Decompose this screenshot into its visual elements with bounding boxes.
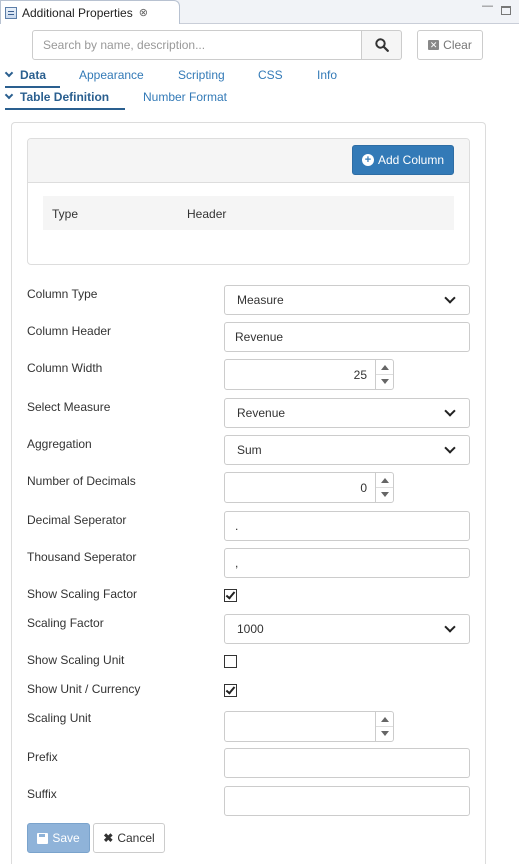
suffix-input[interactable] (224, 786, 470, 816)
decrement-icon[interactable] (381, 731, 389, 736)
chevron-down-icon (4, 68, 14, 78)
aggregation-select[interactable]: Sum (224, 435, 470, 465)
close-view-icon[interactable]: ⊗ (139, 6, 148, 19)
number-of-decimals-stepper[interactable]: 0 (224, 472, 394, 503)
prefix-input[interactable] (224, 748, 470, 778)
scaling-factor-value: 1000 (237, 622, 264, 636)
prefix-label: Prefix (27, 750, 58, 764)
tab-data-underline (5, 86, 60, 88)
column-width-value: 25 (353, 368, 367, 382)
scaling-unit-label: Scaling Unit (27, 711, 92, 725)
show-unit-currency-label: Show Unit / Currency (27, 682, 141, 696)
chevron-down-icon (444, 442, 456, 454)
primary-tabs: Data Appearance Scripting CSS Info (0, 68, 519, 86)
tab-number-format[interactable]: Number Format (143, 90, 227, 104)
thousand-separator-input[interactable]: , (224, 548, 470, 578)
view-title: Additional Properties (22, 5, 133, 20)
maximize-icon[interactable] (501, 6, 511, 15)
save-icon (37, 832, 49, 844)
show-scaling-factor-label: Show Scaling Factor (27, 587, 138, 601)
decrement-icon[interactable] (381, 492, 389, 497)
column-type-label: Column Type (27, 287, 98, 301)
thousand-separator-label: Thousand Seperator (27, 550, 137, 564)
tab-data-label: Data (20, 68, 47, 82)
column-header-label: Column Header (27, 324, 112, 338)
view-header: Additional Properties ⊗ — (0, 0, 519, 24)
columns-toolbar: + Add Column (28, 139, 469, 183)
show-scaling-factor-checkbox[interactable] (224, 589, 237, 602)
number-of-decimals-value: 0 (360, 481, 367, 495)
column-width-label: Column Width (27, 361, 103, 375)
search-input[interactable] (32, 30, 362, 60)
scaling-unit-stepper[interactable] (224, 711, 394, 742)
select-measure-label: Select Measure (27, 400, 111, 414)
secondary-tabs: Table Definition Number Format (0, 90, 519, 108)
decimal-separator-input[interactable]: . (224, 511, 470, 541)
chevron-down-icon (4, 90, 14, 100)
column-type-value: Measure (237, 293, 284, 307)
number-of-decimals-arrows[interactable] (375, 473, 393, 502)
increment-icon[interactable] (381, 365, 389, 370)
aggregation-label: Aggregation (27, 437, 92, 451)
add-column-button[interactable]: + Add Column (352, 145, 454, 175)
column-header-input[interactable]: Revenue (224, 322, 470, 352)
suffix-label: Suffix (27, 787, 57, 801)
save-button-label: Save (52, 831, 80, 845)
search-icon (374, 38, 389, 52)
view-tab-additional-properties[interactable]: Additional Properties ⊗ (0, 0, 180, 24)
column-width-stepper[interactable]: 25 (224, 359, 394, 390)
chevron-down-icon (444, 405, 456, 417)
chevron-down-icon (444, 292, 456, 304)
search-bar (32, 30, 402, 60)
column-header-type: Type (52, 207, 79, 221)
scaling-unit-arrows[interactable] (375, 712, 393, 741)
column-type-select[interactable]: Measure (224, 285, 470, 315)
tab-table-definition[interactable]: Table Definition (4, 90, 110, 104)
add-column-label: Add Column (377, 153, 445, 167)
close-icon: ✖ (103, 831, 114, 845)
scaling-factor-label: Scaling Factor (27, 616, 104, 630)
aggregation-value: Sum (237, 443, 262, 457)
number-of-decimals-label: Number of Decimals (27, 474, 136, 488)
tab-css[interactable]: CSS (258, 68, 283, 82)
show-scaling-unit-label: Show Scaling Unit (27, 653, 125, 667)
search-button[interactable] (362, 30, 402, 60)
clear-button[interactable]: ✕ Clear (417, 30, 483, 60)
clear-icon: ✕ (428, 40, 440, 50)
clear-button-label: Clear (443, 38, 472, 52)
properties-icon (5, 6, 17, 19)
decrement-icon[interactable] (381, 379, 389, 384)
decimal-separator-label: Decimal Seperator (27, 513, 127, 527)
save-button[interactable]: Save (27, 823, 90, 853)
minimize-icon[interactable]: — (482, 0, 493, 12)
checkmark-icon (225, 684, 236, 695)
columns-box: + Add Column Type Header (27, 138, 470, 265)
plus-circle-icon: + (361, 154, 374, 166)
column-width-arrows[interactable] (375, 360, 393, 389)
tab-appearance[interactable]: Appearance (79, 68, 144, 82)
checkmark-icon (225, 589, 236, 600)
column-header-header: Header (187, 207, 227, 221)
scaling-factor-select[interactable]: 1000 (224, 614, 470, 644)
columns-table-header: Type Header (43, 196, 454, 230)
tab-table-definition-label: Table Definition (20, 90, 110, 104)
select-measure-value: Revenue (237, 406, 286, 420)
increment-icon[interactable] (381, 478, 389, 483)
cancel-button-label: Cancel (117, 831, 155, 845)
tab-data[interactable]: Data (4, 68, 47, 82)
show-unit-currency-checkbox[interactable] (224, 684, 237, 697)
show-scaling-unit-checkbox[interactable] (224, 655, 237, 668)
tab-scripting[interactable]: Scripting (178, 68, 225, 82)
cancel-button[interactable]: ✖ Cancel (93, 823, 165, 853)
tab-table-definition-underline (5, 108, 125, 110)
select-measure-select[interactable]: Revenue (224, 398, 470, 428)
tab-info[interactable]: Info (317, 68, 337, 82)
increment-icon[interactable] (381, 717, 389, 722)
chevron-down-icon (444, 621, 456, 633)
